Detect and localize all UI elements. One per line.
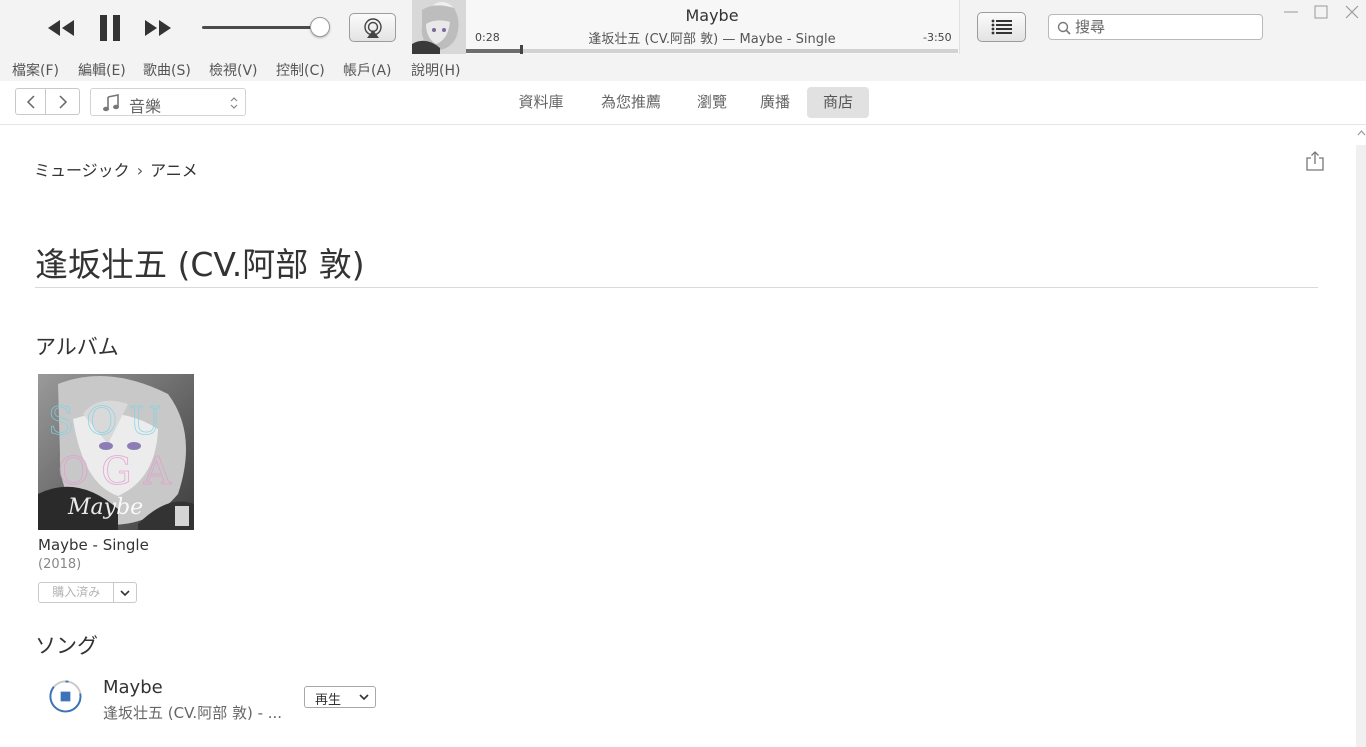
up-next-button[interactable] bbox=[977, 12, 1026, 42]
media-type-selector[interactable]: 音樂 bbox=[90, 88, 246, 116]
menu-file[interactable]: 檔案(F) bbox=[12, 60, 59, 80]
page-title: 逢坂壮五 (CV.阿部 敦) bbox=[35, 245, 365, 284]
tab-radio[interactable]: 廣播 bbox=[750, 87, 800, 118]
song-artist[interactable]: 逢坂壮五 (CV.阿部 敦) - ... bbox=[103, 702, 282, 723]
album-name[interactable]: Maybe - Single bbox=[38, 536, 149, 554]
media-type-label: 音樂 bbox=[129, 97, 162, 116]
fast-forward-icon bbox=[145, 20, 171, 36]
svg-text:O G A: O G A bbox=[58, 449, 172, 493]
elapsed-time: 0:28 bbox=[475, 31, 500, 44]
forward-button[interactable] bbox=[46, 88, 80, 115]
now-playing-artwork[interactable] bbox=[412, 0, 466, 54]
close-window-icon[interactable] bbox=[1344, 4, 1360, 20]
remaining-time: -3:50 bbox=[923, 31, 952, 44]
pause-button[interactable] bbox=[94, 12, 126, 44]
purchased-button[interactable]: 購入済み bbox=[38, 582, 137, 603]
tab-library[interactable]: 資料庫 bbox=[507, 87, 575, 118]
airplay-button[interactable] bbox=[349, 13, 396, 42]
progress-bar-fill bbox=[466, 49, 522, 53]
songs-heading: ソング bbox=[35, 634, 98, 658]
pause-icon bbox=[100, 15, 120, 41]
search-box[interactable] bbox=[1048, 14, 1263, 40]
music-note-icon bbox=[103, 94, 119, 112]
page-scrollbar[interactable] bbox=[1356, 130, 1366, 747]
maximize-window-icon[interactable] bbox=[1313, 4, 1329, 20]
breadcrumb-music[interactable]: ミュージック bbox=[34, 161, 130, 180]
minimize-window-icon[interactable] bbox=[1283, 4, 1299, 20]
song-title[interactable]: Maybe bbox=[103, 677, 163, 698]
svg-text:S O U: S O U bbox=[48, 399, 161, 443]
share-icon[interactable] bbox=[1305, 150, 1325, 172]
song-play-label: 再生 bbox=[315, 693, 342, 708]
album-year: (2018) bbox=[38, 557, 82, 572]
rewind-button[interactable] bbox=[44, 14, 78, 42]
rewind-icon bbox=[48, 20, 74, 36]
tab-browse[interactable]: 瀏覽 bbox=[687, 87, 737, 118]
fast-forward-button[interactable] bbox=[141, 14, 175, 42]
albums-heading: アルバム bbox=[35, 335, 119, 359]
now-playing-subtitle: 逢坂壮五 (CV.阿部 敦) — Maybe - Single bbox=[588, 32, 836, 47]
menu-bar: 檔案(F) 編輯(E) 歌曲(S) 檢視(V) 控制(C) 帳戶(A) 說明(H… bbox=[0, 55, 1366, 81]
tab-for-you[interactable]: 為您推薦 bbox=[590, 87, 672, 118]
menu-help[interactable]: 說明(H) bbox=[411, 60, 460, 80]
chevron-down-icon bbox=[120, 589, 130, 596]
chevron-right-icon bbox=[59, 95, 68, 109]
menu-view[interactable]: 檢視(V) bbox=[209, 60, 258, 80]
tab-store[interactable]: 商店 bbox=[807, 87, 869, 118]
breadcrumb: ミュージック › アニメ bbox=[34, 157, 198, 181]
album-art-text: Maybe bbox=[67, 495, 143, 520]
now-playing-title: Maybe bbox=[685, 6, 739, 25]
album-artwork[interactable]: S O U O G A Maybe bbox=[38, 374, 194, 530]
chevron-down-icon bbox=[359, 694, 369, 701]
purchase-options-dropdown[interactable] bbox=[114, 583, 136, 602]
scroll-up-arrow-icon[interactable] bbox=[1357, 129, 1366, 137]
chevron-left-icon bbox=[26, 95, 35, 109]
title-divider bbox=[35, 287, 1318, 288]
list-icon bbox=[991, 19, 1012, 35]
menu-account[interactable]: 帳戶(A) bbox=[343, 60, 392, 80]
volume-slider-track[interactable] bbox=[202, 26, 320, 29]
song-play-button[interactable]: 再生 bbox=[304, 686, 376, 708]
breadcrumb-anime[interactable]: アニメ bbox=[150, 161, 198, 180]
menu-song[interactable]: 歌曲(S) bbox=[143, 60, 191, 80]
breadcrumb-separator-icon: › bbox=[136, 161, 144, 180]
stop-playback-icon[interactable] bbox=[48, 679, 83, 714]
menu-edit[interactable]: 編輯(E) bbox=[78, 60, 126, 80]
up-down-chevron-icon bbox=[230, 97, 238, 109]
menu-controls[interactable]: 控制(C) bbox=[276, 60, 325, 80]
volume-slider-knob[interactable] bbox=[310, 17, 330, 37]
progress-bar[interactable] bbox=[466, 49, 958, 53]
back-button[interactable] bbox=[15, 88, 46, 115]
search-icon bbox=[1057, 21, 1071, 35]
progress-bar-playhead[interactable] bbox=[520, 45, 523, 54]
search-input[interactable] bbox=[1075, 17, 1255, 37]
purchased-label: 購入済み bbox=[39, 583, 115, 602]
airplay-icon bbox=[364, 18, 382, 38]
